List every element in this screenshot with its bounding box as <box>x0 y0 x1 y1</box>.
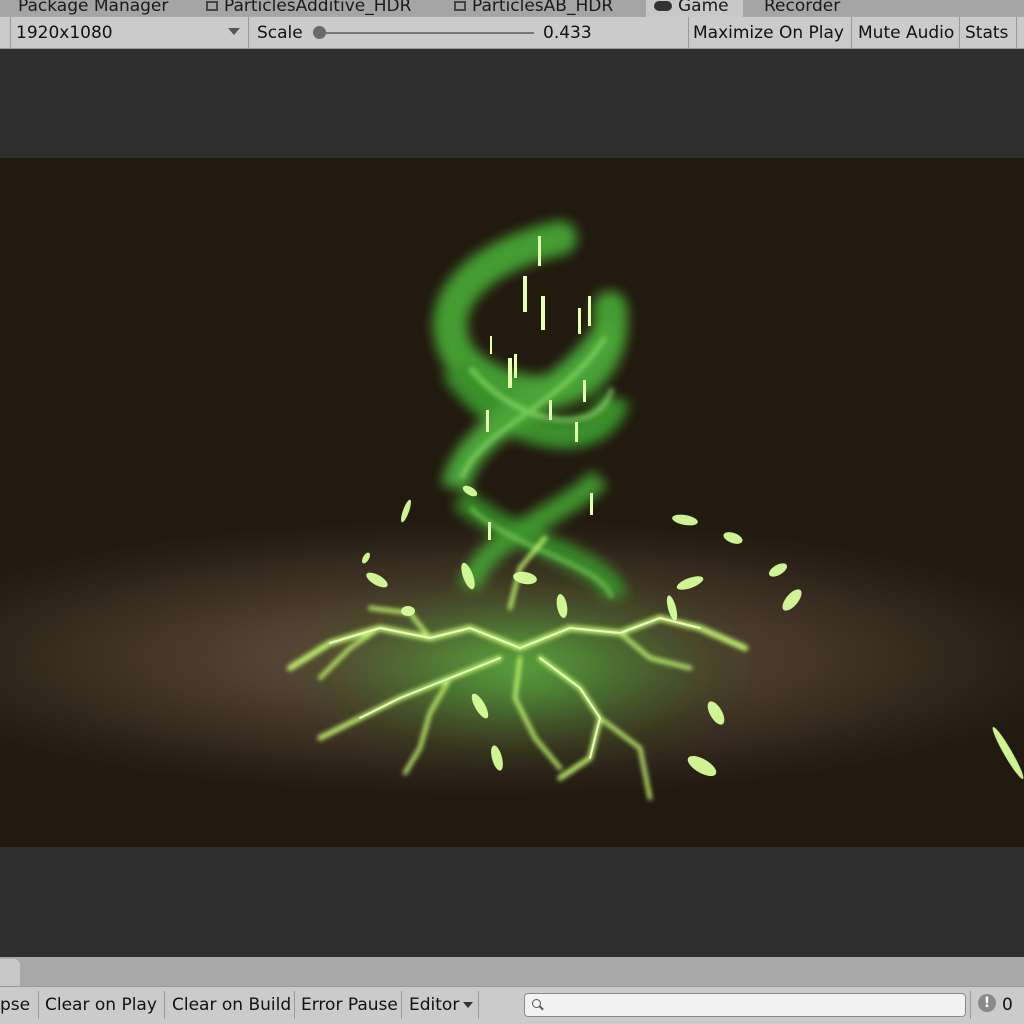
tab-label: ParticlesAB_HDR <box>472 0 614 16</box>
resolution-value: 1920x1080 <box>16 22 113 43</box>
chevron-down-icon <box>463 1002 474 1008</box>
tab-label: Game <box>678 0 729 16</box>
collapse-toggle[interactable]: pse <box>0 987 30 1023</box>
divider <box>248 17 249 48</box>
scale-label: Scale <box>257 22 303 43</box>
letterbox-top <box>0 49 1024 158</box>
scale-slider-track[interactable] <box>318 32 534 34</box>
stats-toggle[interactable]: Stats <box>965 17 1008 48</box>
divider <box>10 17 11 48</box>
tab-label: Package Manager <box>18 0 169 16</box>
resolution-dropdown[interactable]: 1920x1080 <box>16 17 246 48</box>
game-viewport[interactable] <box>0 158 1024 847</box>
tab-label: Recorder <box>764 0 841 16</box>
divider <box>959 17 960 48</box>
tab-particles-additive-hdr[interactable]: ParticlesAdditive_HDR <box>206 0 411 17</box>
divider <box>1016 17 1017 48</box>
clear-on-play-toggle[interactable]: Clear on Play <box>45 987 157 1023</box>
tab-package-manager[interactable]: Package Manager <box>18 0 168 17</box>
tab-console[interactable] <box>0 959 20 987</box>
divider <box>688 17 689 48</box>
scene-icon <box>454 1 466 11</box>
divider <box>38 991 39 1019</box>
scene-icon <box>206 1 218 11</box>
divider <box>478 991 479 1019</box>
particle-effect-render <box>287 221 1024 800</box>
divider <box>164 991 165 1019</box>
scale-value: 0.433 <box>543 22 592 43</box>
search-icon <box>532 999 541 1008</box>
divider <box>401 991 402 1019</box>
console-search-input[interactable] <box>524 993 966 1017</box>
editor-dropdown[interactable]: Editor <box>409 987 474 1023</box>
divider <box>851 17 852 48</box>
editor-label: Editor <box>409 995 460 1015</box>
warning-count[interactable]: 0 <box>1002 987 1013 1023</box>
console-tab-strip <box>0 957 1024 986</box>
clear-on-build-toggle[interactable]: Clear on Build <box>172 987 291 1023</box>
maximize-on-play-toggle[interactable]: Maximize On Play <box>693 17 844 48</box>
mute-audio-toggle[interactable]: Mute Audio <box>858 17 954 48</box>
letterbox-bottom <box>0 847 1024 957</box>
console-toolbar: pse Clear on Play Clear on Build Error P… <box>0 986 1024 1024</box>
chevron-down-icon <box>228 28 240 35</box>
tab-particles-ab-hdr[interactable]: ParticlesAB_HDR <box>454 0 613 17</box>
error-pause-toggle[interactable]: Error Pause <box>301 987 398 1023</box>
scale-slider-handle[interactable] <box>313 26 326 39</box>
tab-recorder[interactable]: Recorder <box>764 0 840 17</box>
editor-tab-strip: Package Manager ParticlesAdditive_HDR Pa… <box>0 0 1024 17</box>
divider <box>970 991 971 1019</box>
tab-label: ParticlesAdditive_HDR <box>224 0 412 16</box>
gamepad-icon <box>654 1 672 11</box>
tab-game[interactable]: Game <box>646 0 743 17</box>
divider <box>294 991 295 1019</box>
warning-icon: ! <box>978 994 996 1012</box>
